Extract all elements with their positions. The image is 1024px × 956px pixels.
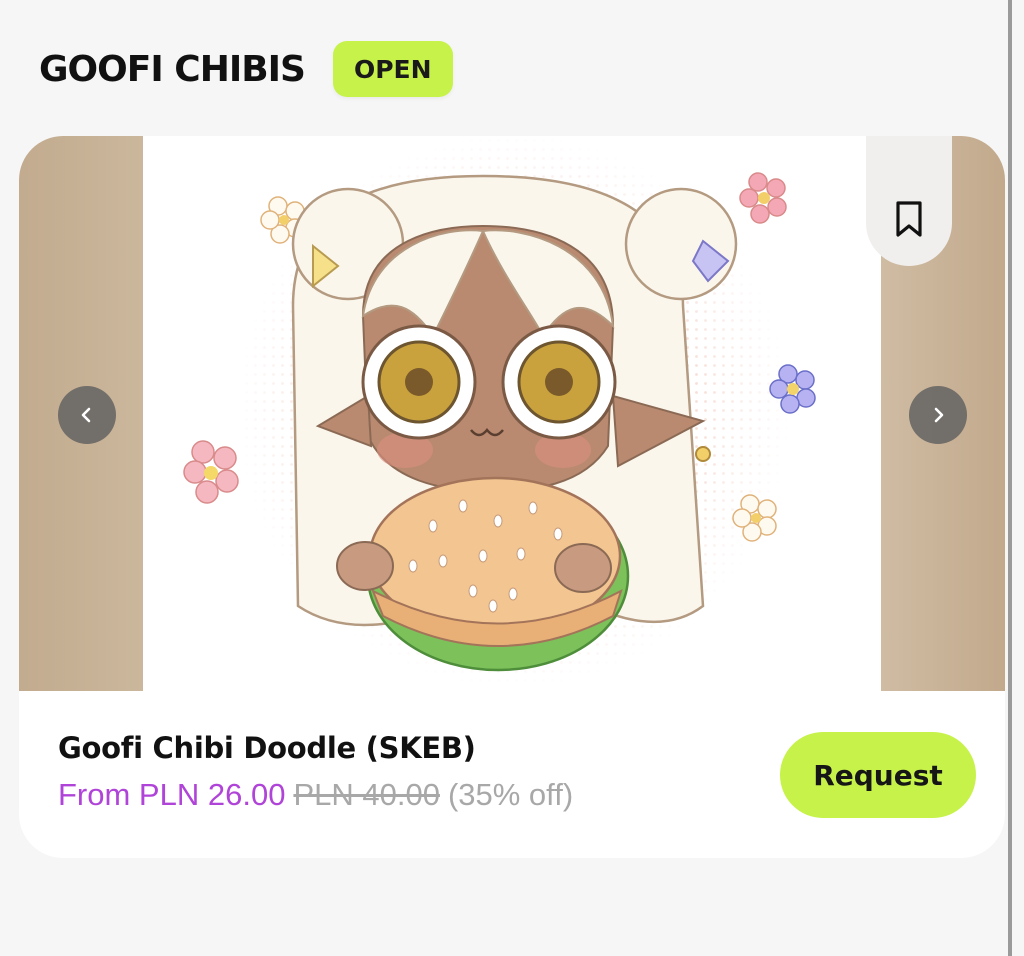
next-image-button[interactable] <box>909 386 967 444</box>
price-line: From PLN 26.00 PLN 40.00 (35% off) <box>58 777 573 813</box>
original-price: PLN 40.00 <box>293 777 440 812</box>
product-name: Goofi Chibi Doodle (SKEB) <box>58 731 476 765</box>
request-button[interactable]: Request <box>780 732 976 818</box>
page-title: GOOFI CHIBIS <box>39 48 306 90</box>
product-info: Goofi Chibi Doodle (SKEB) From PLN 26.00… <box>19 691 1005 858</box>
previous-image-button[interactable] <box>58 386 116 444</box>
current-price: From PLN 26.00 <box>58 777 286 812</box>
chevron-right-icon <box>934 407 944 423</box>
discount-label: (35% off) <box>447 777 574 812</box>
bookmark-button[interactable] <box>866 136 952 266</box>
status-badge: OPEN <box>332 41 453 97</box>
chevron-left-icon <box>81 407 91 423</box>
product-card: Goofi Chibi Doodle (SKEB) From PLN 26.00… <box>19 136 1005 858</box>
artwork-image <box>143 136 881 691</box>
bookmark-icon <box>896 201 922 237</box>
image-carousel <box>19 136 1005 691</box>
scrollbar[interactable] <box>1008 0 1024 956</box>
page-header: GOOFI CHIBIS OPEN <box>39 40 453 98</box>
